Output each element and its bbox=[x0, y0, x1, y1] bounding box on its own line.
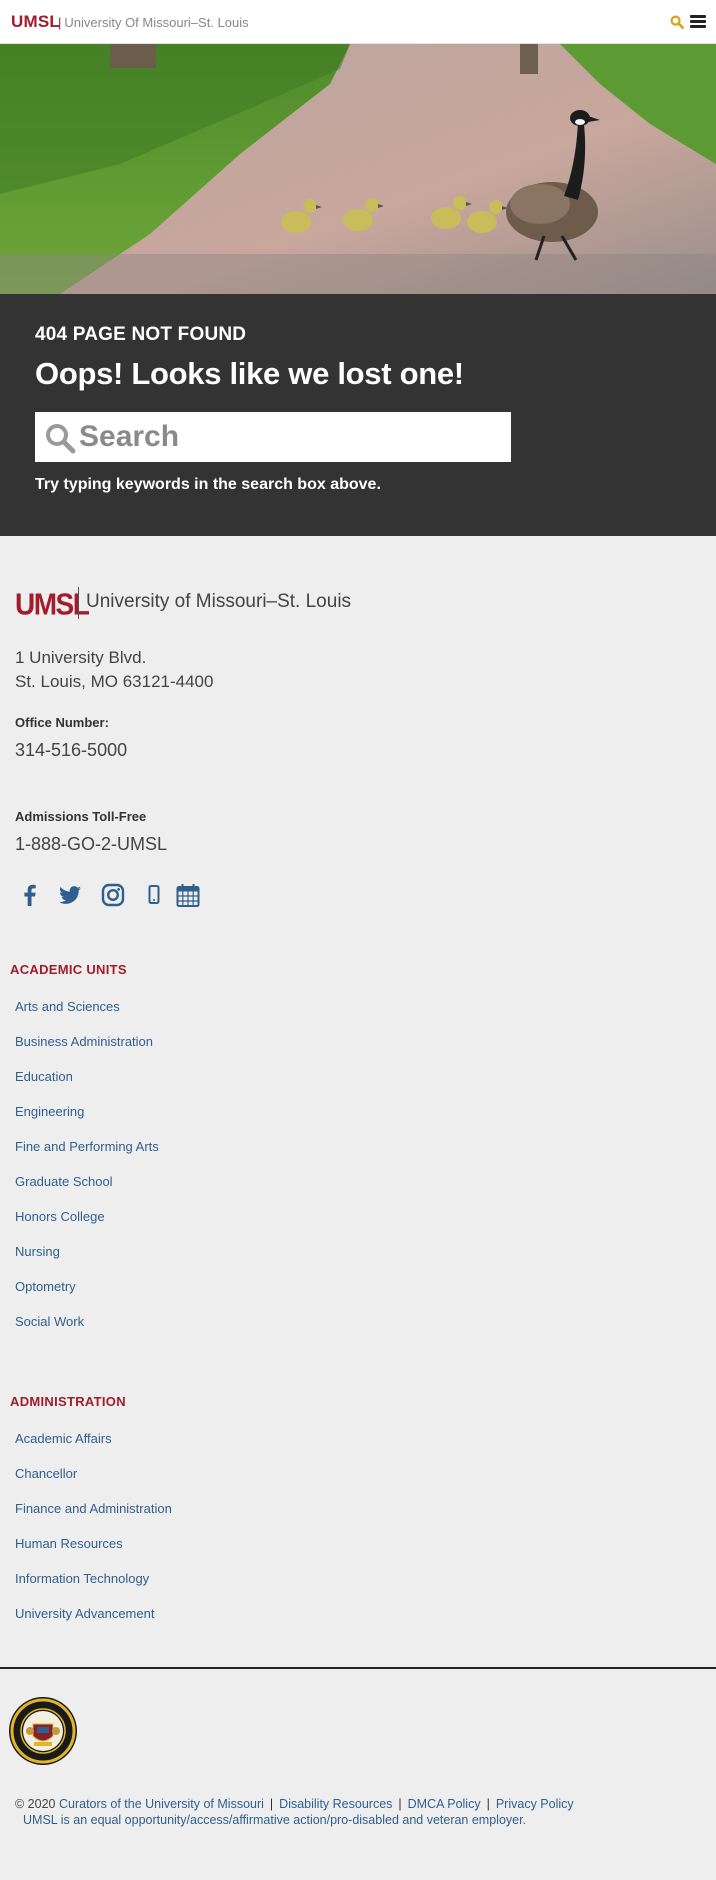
search-input[interactable] bbox=[79, 417, 499, 457]
brand-subtitle: | University Of Missouri–St. Louis bbox=[58, 15, 249, 30]
list-item: Human Resources bbox=[15, 1536, 172, 1571]
list-item: Information Technology bbox=[15, 1571, 172, 1606]
academic-unit-link[interactable]: Social Work bbox=[15, 1314, 84, 1329]
error-code: 404 PAGE NOT FOUND bbox=[35, 324, 247, 345]
search-box[interactable] bbox=[35, 412, 511, 462]
twitter-icon[interactable] bbox=[57, 882, 83, 908]
academic-unit-link[interactable]: Graduate School bbox=[15, 1174, 113, 1189]
list-item: Nursing bbox=[15, 1244, 159, 1279]
brand-logo[interactable]: UMSL bbox=[11, 12, 60, 32]
university-seal bbox=[9, 1697, 77, 1765]
privacy-policy-link[interactable]: Privacy Policy bbox=[496, 1797, 574, 1811]
office-number[interactable]: 314-516-5000 bbox=[15, 740, 127, 761]
search-icon[interactable] bbox=[44, 422, 76, 454]
legal-pipe: | bbox=[486, 1797, 490, 1811]
academic-unit-link[interactable]: Engineering bbox=[15, 1104, 84, 1119]
calendar-icon[interactable] bbox=[175, 882, 201, 908]
not-found-section: 404 PAGE NOT FOUND Oops! Looks like we l… bbox=[0, 294, 716, 536]
list-item: Education bbox=[15, 1069, 159, 1104]
address-line-1: 1 University Blvd. bbox=[15, 648, 147, 667]
administration-link[interactable]: Finance and Administration bbox=[15, 1501, 172, 1516]
brand-separator: | bbox=[58, 15, 62, 30]
hero-image bbox=[0, 44, 716, 294]
search-icon[interactable] bbox=[670, 15, 684, 29]
curators-link[interactable]: Curators of the University of Missouri bbox=[59, 1797, 264, 1811]
administration-link[interactable]: Academic Affairs bbox=[15, 1431, 112, 1446]
list-item: Graduate School bbox=[15, 1174, 159, 1209]
top-navbar: UMSL | University Of Missouri–St. Louis bbox=[0, 0, 716, 44]
academic-unit-link[interactable]: Education bbox=[15, 1069, 73, 1084]
academic-units-list: Arts and Sciences Business Administratio… bbox=[15, 999, 159, 1349]
academic-unit-link[interactable]: Optometry bbox=[15, 1279, 76, 1294]
footer-university-name: University of Missouri–St. Louis bbox=[86, 591, 352, 612]
list-item: Business Administration bbox=[15, 1034, 159, 1069]
office-number-label: Office Number: bbox=[15, 715, 109, 730]
administration-link[interactable]: University Advancement bbox=[15, 1606, 154, 1621]
copyright: © 2020 bbox=[15, 1797, 56, 1811]
admissions-label: Admissions Toll-Free bbox=[15, 809, 147, 824]
eeo-statement: UMSL is an equal opportunity/access/affi… bbox=[23, 1813, 527, 1827]
list-item: Fine and Performing Arts bbox=[15, 1139, 159, 1174]
list-item: Chancellor bbox=[15, 1466, 172, 1501]
address: 1 University Blvd. St. Louis, MO 63121-4… bbox=[15, 646, 213, 694]
legal-links: © 2020 Curators of the University of Mis… bbox=[15, 1795, 574, 1813]
list-item: Arts and Sciences bbox=[15, 999, 159, 1034]
logo-divider bbox=[78, 587, 79, 619]
mobile-icon[interactable] bbox=[141, 882, 167, 908]
academic-unit-link[interactable]: Fine and Performing Arts bbox=[15, 1139, 159, 1154]
academic-unit-link[interactable]: Honors College bbox=[15, 1209, 105, 1224]
legal-pipe: | bbox=[398, 1797, 402, 1811]
academic-unit-link[interactable]: Business Administration bbox=[15, 1034, 153, 1049]
academic-unit-link[interactable]: Nursing bbox=[15, 1244, 60, 1259]
error-title: Oops! Looks like we lost one! bbox=[35, 356, 464, 391]
footer-divider bbox=[0, 1667, 716, 1669]
administration-heading: ADMINISTRATION bbox=[10, 1394, 126, 1409]
list-item: Honors College bbox=[15, 1209, 159, 1244]
list-item: Optometry bbox=[15, 1279, 159, 1314]
admissions-number[interactable]: 1-888-GO-2-UMSL bbox=[15, 834, 167, 855]
academic-unit-link[interactable]: Arts and Sciences bbox=[15, 999, 120, 1014]
academic-units-heading: ACADEMIC UNITS bbox=[10, 962, 127, 977]
legal-pipe: | bbox=[269, 1797, 274, 1811]
disability-resources-link[interactable]: Disability Resources bbox=[279, 1797, 392, 1811]
administration-list: Academic Affairs Chancellor Finance and … bbox=[15, 1431, 172, 1641]
hamburger-menu-icon[interactable] bbox=[690, 15, 706, 29]
administration-link[interactable]: Information Technology bbox=[15, 1571, 149, 1586]
brand-subtitle-text: University Of Missouri–St. Louis bbox=[64, 15, 249, 30]
list-item: Engineering bbox=[15, 1104, 159, 1139]
instagram-icon[interactable] bbox=[100, 882, 126, 908]
dmca-policy-link[interactable]: DMCA Policy bbox=[408, 1797, 481, 1811]
list-item: Social Work bbox=[15, 1314, 159, 1349]
facebook-icon[interactable] bbox=[17, 882, 43, 908]
address-line-2: St. Louis, MO 63121-4400 bbox=[15, 672, 214, 691]
list-item: Academic Affairs bbox=[15, 1431, 172, 1466]
search-hint: Try typing keywords in the search box ab… bbox=[35, 476, 381, 493]
goose-and-goslings-on-path-photo bbox=[0, 44, 716, 294]
administration-link[interactable]: Human Resources bbox=[15, 1536, 123, 1551]
list-item: Finance and Administration bbox=[15, 1501, 172, 1536]
administration-link[interactable]: Chancellor bbox=[15, 1466, 77, 1481]
list-item: University Advancement bbox=[15, 1606, 172, 1641]
